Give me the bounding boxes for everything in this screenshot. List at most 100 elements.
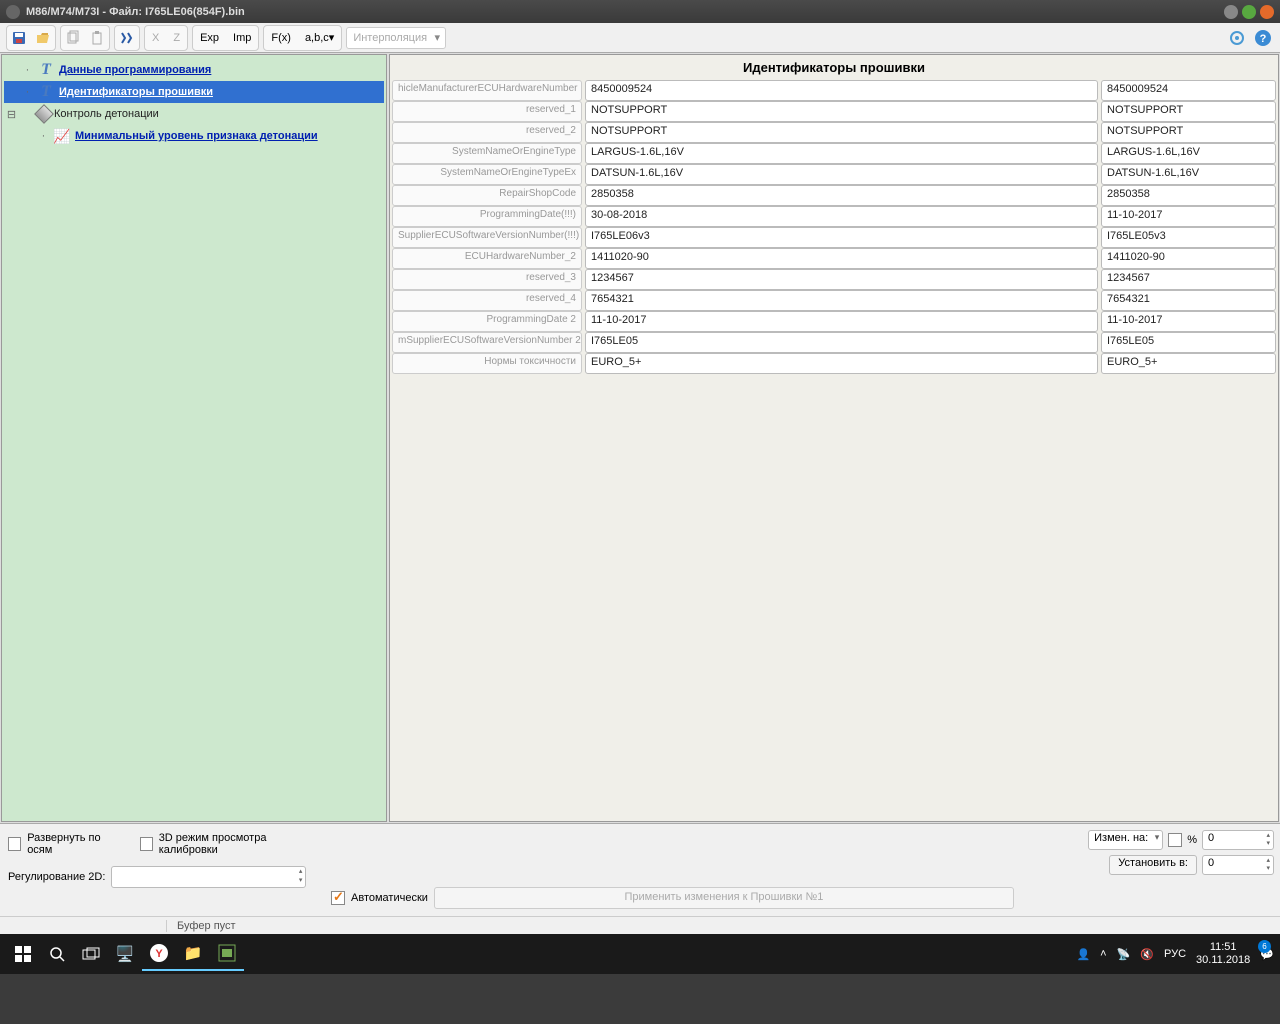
tray-network-icon[interactable]: 📡	[1117, 948, 1131, 961]
field-label: SystemNameOrEngineTypeEx	[392, 164, 582, 185]
paste-button[interactable]	[86, 27, 108, 49]
field-value-1[interactable]: EURO_5+	[585, 353, 1098, 374]
buffer-status: Буфер пуст	[166, 920, 246, 932]
expand-axes-checkbox[interactable]	[8, 837, 21, 851]
svg-text:Y: Y	[155, 948, 163, 960]
interpolation-combo[interactable]: Интерполяция	[346, 27, 446, 49]
abc-button[interactable]: a,b,c ▾	[299, 27, 340, 49]
import-button[interactable]: Imp	[227, 27, 257, 49]
content-panel: Идентификаторы прошивки hicleManufacture…	[389, 54, 1279, 822]
field-value-1[interactable]: 8450009524	[585, 80, 1098, 101]
tree-node-programming-data[interactable]: · T Данные программирования	[4, 59, 384, 81]
data-row: reserved_312345671234567	[392, 269, 1276, 290]
collapse-icon[interactable]: ⊟	[6, 108, 17, 121]
field-value-2[interactable]: NOTSUPPORT	[1101, 101, 1276, 122]
field-value-1[interactable]: 7654321	[585, 290, 1098, 311]
percent-checkbox[interactable]	[1168, 833, 1182, 847]
field-value-2[interactable]: NOTSUPPORT	[1101, 122, 1276, 143]
taskbar-app-1[interactable]: 🖥️	[108, 937, 142, 971]
export-button[interactable]: Exp	[194, 27, 225, 49]
tray-people-icon[interactable]: 👤	[1076, 948, 1090, 961]
set-to-button[interactable]: Установить в:	[1109, 855, 1197, 875]
field-label: SupplierECUSoftwareVersionNumber(!!!)	[392, 227, 582, 248]
help-button[interactable]: ?	[1252, 27, 1274, 49]
field-value-1[interactable]: NOTSUPPORT	[585, 101, 1098, 122]
data-row: hicleManufacturerECUHardwareNumber845000…	[392, 80, 1276, 101]
field-value-2[interactable]: DATSUN-1.6L,16V	[1101, 164, 1276, 185]
field-value-2[interactable]: 8450009524	[1101, 80, 1276, 101]
tray-clock[interactable]: 11:51 30.11.2018	[1196, 941, 1250, 967]
settings-button[interactable]	[1226, 27, 1248, 49]
data-row: SystemNameOrEngineTypeLARGUS-1.6L,16VLAR…	[392, 143, 1276, 164]
data-row: SupplierECUSoftwareVersionNumber(!!!)I76…	[392, 227, 1276, 248]
text-icon: T	[36, 61, 56, 79]
tree-label: Данные программирования	[59, 64, 211, 76]
field-value-2[interactable]: I765LE05v3	[1101, 227, 1276, 248]
field-value-2[interactable]: 2850358	[1101, 185, 1276, 206]
diamond-icon	[34, 104, 54, 124]
field-value-1[interactable]: 30-08-2018	[585, 206, 1098, 227]
auto-checkbox[interactable]	[331, 891, 345, 905]
field-value-1[interactable]: LARGUS-1.6L,16V	[585, 143, 1098, 164]
field-value-1[interactable]: 1411020-90	[585, 248, 1098, 269]
taskview-icon[interactable]	[74, 937, 108, 971]
field-value-2[interactable]: EURO_5+	[1101, 353, 1276, 374]
search-taskbar-icon[interactable]	[40, 937, 74, 971]
search-button[interactable]	[116, 27, 138, 49]
data-row: reserved_476543217654321	[392, 290, 1276, 311]
tree-panel: · T Данные программирования · T Идентифи…	[1, 54, 387, 822]
taskbar-app-2[interactable]: Y	[142, 937, 176, 971]
reg2d-spinner[interactable]	[111, 866, 306, 888]
close-button[interactable]	[1260, 5, 1274, 19]
field-value-2[interactable]: LARGUS-1.6L,16V	[1101, 143, 1276, 164]
percent-label: %	[1187, 834, 1197, 846]
x-button[interactable]: X	[146, 27, 165, 49]
data-row: ECUHardwareNumber_21411020-901411020-90	[392, 248, 1276, 269]
field-value-1[interactable]: I765LE06v3	[585, 227, 1098, 248]
field-value-2[interactable]: 7654321	[1101, 290, 1276, 311]
field-value-1[interactable]: 11-10-2017	[585, 311, 1098, 332]
field-value-1[interactable]: 2850358	[585, 185, 1098, 206]
data-row: mSupplierECUSoftwareVersionNumber 2I765L…	[392, 332, 1276, 353]
change-value-input[interactable]: 0	[1202, 830, 1274, 850]
open-button[interactable]	[32, 27, 54, 49]
text-icon: T	[36, 83, 56, 101]
field-label: Нормы токсичности	[392, 353, 582, 374]
start-button[interactable]	[6, 937, 40, 971]
window-controls	[1224, 5, 1274, 19]
change-by-combo[interactable]: Измен. на:	[1088, 830, 1163, 850]
field-value-1[interactable]: NOTSUPPORT	[585, 122, 1098, 143]
view3d-label: 3D режим просмотра калибровки	[159, 832, 317, 856]
taskbar: 🖥️ Y 📁 👤 ˄ 📡 🔇 РУС 11:51 30.11.2018 💬 6	[0, 934, 1280, 974]
copy-button[interactable]	[62, 27, 84, 49]
view3d-checkbox[interactable]	[140, 837, 153, 851]
maximize-button[interactable]	[1242, 5, 1256, 19]
apply-button[interactable]: Применить изменения к Прошивки №1	[434, 887, 1014, 909]
field-value-2[interactable]: 11-10-2017	[1101, 206, 1276, 227]
minimize-button[interactable]	[1224, 5, 1238, 19]
field-value-1[interactable]: I765LE05	[585, 332, 1098, 353]
data-row: SystemNameOrEngineTypeExDATSUN-1.6L,16VD…	[392, 164, 1276, 185]
field-label: reserved_3	[392, 269, 582, 290]
tree-node-firmware-ids[interactable]: · T Идентификаторы прошивки	[4, 81, 384, 103]
notification-badge: 6	[1258, 940, 1271, 953]
z-button[interactable]: Z	[167, 27, 186, 49]
field-value-1[interactable]: 1234567	[585, 269, 1098, 290]
auto-label: Автоматически	[351, 892, 428, 904]
tray-volume-icon[interactable]: 🔇	[1140, 948, 1154, 961]
tree-node-min-level[interactable]: · 📈 Минимальный уровень признака детонац…	[4, 125, 384, 147]
tree-node-detonation[interactable]: ⊟ Контроль детонации	[4, 103, 384, 125]
taskbar-app-4[interactable]	[210, 937, 244, 971]
field-value-2[interactable]: I765LE05	[1101, 332, 1276, 353]
tree-label: Контроль детонации	[54, 108, 159, 120]
taskbar-app-3[interactable]: 📁	[176, 937, 210, 971]
field-value-2[interactable]: 11-10-2017	[1101, 311, 1276, 332]
tray-language[interactable]: РУС	[1164, 948, 1186, 960]
field-value-2[interactable]: 1234567	[1101, 269, 1276, 290]
set-value-input[interactable]: 0	[1202, 855, 1274, 875]
field-value-2[interactable]: 1411020-90	[1101, 248, 1276, 269]
field-value-1[interactable]: DATSUN-1.6L,16V	[585, 164, 1098, 185]
save-button[interactable]	[8, 27, 30, 49]
tray-up-icon[interactable]: ˄	[1100, 948, 1106, 960]
fx-button[interactable]: F(x)	[265, 27, 297, 49]
